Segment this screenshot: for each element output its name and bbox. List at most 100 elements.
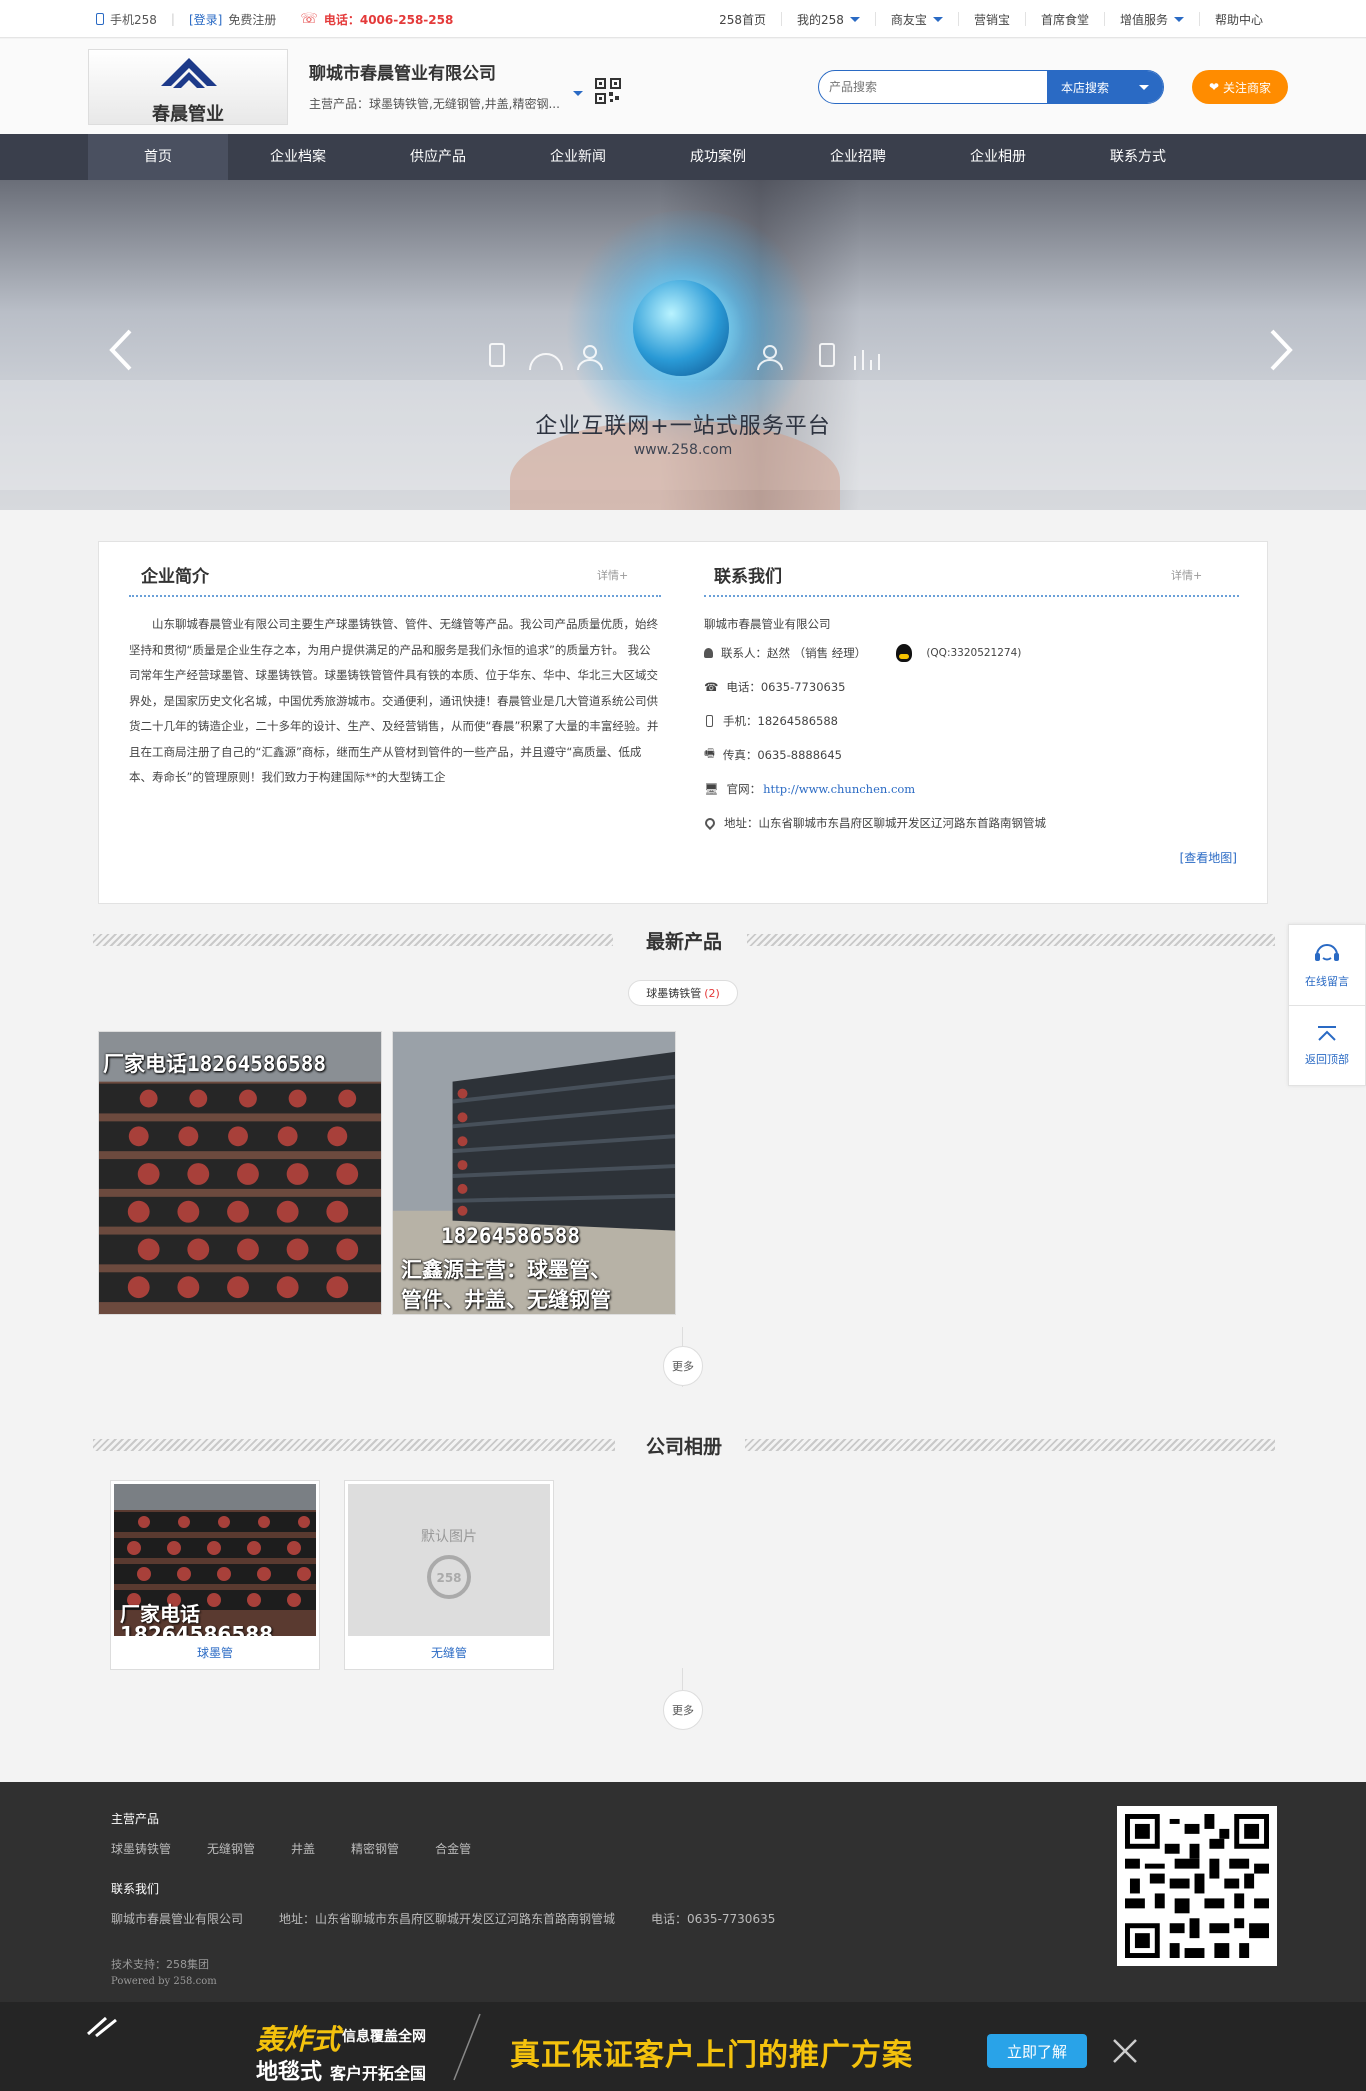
- footer-tel: 电话：0635-7730635: [651, 1912, 776, 1926]
- contact-fax: 🖷 传真：0635-8888645: [704, 738, 1244, 772]
- search-input[interactable]: [819, 71, 1049, 103]
- chevron-left-icon[interactable]: [106, 325, 136, 375]
- follow-button[interactable]: ❤ 关注商家: [1192, 70, 1288, 104]
- nav-item-products[interactable]: 供应产品: [368, 134, 508, 180]
- chevron-down-icon[interactable]: [1139, 85, 1149, 90]
- powered-by: Powered by 258.com: [111, 1976, 217, 1987]
- top-link-my258[interactable]: 我的258: [781, 12, 875, 27]
- top-bar-links: 258首页 我的258 商友宝 营销宝 首席食堂 增值服务 帮助中心: [704, 0, 1278, 38]
- album-section-header: 公司相册: [93, 1430, 1275, 1460]
- nav-item-album[interactable]: 企业相册: [928, 134, 1068, 180]
- album-card[interactable]: 默认图片 258 无缝管: [344, 1480, 554, 1670]
- intro-text: 山东聊城春晨管业有限公司主要生产球墨铸铁管、管件、无缝管等产品。我公司产品质量优…: [129, 617, 659, 784]
- category-filter[interactable]: 球墨铸铁管 (2): [628, 980, 738, 1006]
- album-caption[interactable]: 球墨管: [111, 1644, 319, 1661]
- main-products: 主营产品：球墨铸铁管,无缝钢管,井盖,精密钢...: [309, 97, 560, 111]
- online-message-button[interactable]: 在线留言: [1289, 925, 1365, 1005]
- chevron-down-icon[interactable]: [573, 91, 583, 96]
- qq-icon[interactable]: [896, 644, 913, 662]
- album-more-button[interactable]: 更多: [663, 1690, 703, 1730]
- nav-item-home[interactable]: 首页: [88, 134, 228, 180]
- phone-icon: ☏: [300, 11, 318, 27]
- product-overlay-phone: 18264586588: [441, 1224, 581, 1248]
- footer-product-link[interactable]: 无缝钢管: [207, 1840, 255, 1857]
- album-image: 厂家电话 18264586588: [114, 1484, 316, 1636]
- album-caption[interactable]: 无缝管: [345, 1644, 553, 1661]
- login-link[interactable]: [登录]: [189, 11, 222, 28]
- product-overlay-text: 管件、井盖、无缝钢管: [401, 1288, 611, 1312]
- logo-258-icon: 258: [427, 1555, 471, 1599]
- website-link[interactable]: http://www.chunchen.com: [763, 782, 915, 796]
- telephone-icon: ☎: [704, 680, 719, 694]
- company-logo[interactable]: 春晨管业: [88, 49, 288, 125]
- intro-title: 企业简介: [141, 567, 209, 587]
- back-to-top-button[interactable]: 返回顶部: [1289, 1005, 1365, 1085]
- hero-banner: 企业互联网+一站式服务平台 www.258.com: [0, 180, 1366, 510]
- ad-line2-sub: 客户开拓全国: [330, 2064, 427, 2083]
- nav-item-profile[interactable]: 企业档案: [228, 134, 368, 180]
- footer-product-link[interactable]: 井盖: [291, 1840, 315, 1857]
- product-card[interactable]: 18264586588 汇鑫源主营：球墨管、 管件、井盖、无缝钢管: [392, 1031, 676, 1315]
- top-link-canteen[interactable]: 首席食堂: [1024, 12, 1104, 27]
- footer-company: 聊城市春晨管业有限公司: [111, 1912, 244, 1926]
- main-nav: 首页 企业档案 供应产品 企业新闻 成功案例 企业招聘 企业相册 联系方式: [0, 134, 1366, 180]
- footer-product-link[interactable]: 球墨铸铁管: [111, 1840, 171, 1857]
- product-card[interactable]: 厂家电话18264586588: [98, 1031, 382, 1315]
- hotline: 电话：4006-258-258: [323, 12, 454, 27]
- footer-qr-code: [1117, 1806, 1277, 1966]
- register-link[interactable]: 免费注册: [228, 11, 276, 28]
- ad-slogan: 真正保证客户上门的推广方案: [510, 2038, 913, 2073]
- fax-icon: 🖷: [704, 745, 715, 760]
- footer-product-link[interactable]: 精密钢管: [351, 1840, 399, 1857]
- monitor-icon: 🖥: [704, 782, 719, 796]
- shop-header: 春晨管业 聊城市春晨管业有限公司 主营产品：球墨铸铁管,无缝钢管,井盖,精密钢.…: [0, 39, 1366, 134]
- products-section-header: 最新产品: [93, 925, 1275, 955]
- close-icon[interactable]: [1110, 2036, 1140, 2066]
- contact-more-link[interactable]: 详情+: [1171, 567, 1202, 583]
- mobile-icon: [96, 13, 104, 25]
- contact-address: 地址：山东省聊城市东昌府区聊城开发区辽河路东首路南钢管城: [702, 806, 1244, 840]
- product-overlay-text: 厂家电话18264586588: [103, 1052, 327, 1076]
- top-bar-left: 手机258 | [登录] 免费注册 ☏ 电话：4006-258-258: [96, 0, 453, 38]
- product-overlay-text: 汇鑫源主营：球墨管、: [401, 1258, 611, 1282]
- chevron-down-icon: [932, 16, 943, 22]
- top-link-help[interactable]: 帮助中心: [1198, 12, 1278, 27]
- view-map-link[interactable]: [查看地图]: [1180, 849, 1237, 866]
- ad-line1-sub: 信息覆盖全网: [342, 2029, 426, 2045]
- album-card[interactable]: 厂家电话 18264586588 球墨管: [110, 1480, 320, 1670]
- products-more-button[interactable]: 更多: [663, 1346, 703, 1386]
- footer-contact-info: 聊城市春晨管业有限公司 地址：山东省聊城市东昌府区聊城开发区辽河路东首路南钢管城…: [111, 1910, 775, 1927]
- nav-item-contact[interactable]: 联系方式: [1068, 134, 1208, 180]
- user-icon: [704, 648, 713, 658]
- chevron-right-icon[interactable]: [1266, 325, 1296, 375]
- svg-text:258: 258: [436, 1571, 461, 1585]
- top-link-yingxiaobao[interactable]: 营销宝: [957, 12, 1025, 27]
- footer-products-title: 主营产品: [111, 1812, 160, 1826]
- top-link-home[interactable]: 258首页: [704, 12, 781, 27]
- nav-item-news[interactable]: 企业新闻: [508, 134, 648, 180]
- search-button[interactable]: 本店搜索: [1047, 71, 1163, 103]
- contact-list: 聊城市春晨管业有限公司 联系人：赵然 （销售 经理） (QQ:332052127…: [702, 612, 1244, 840]
- top-link-vas[interactable]: 增值服务: [1103, 12, 1199, 27]
- ad-line2: 地毯式: [256, 2060, 323, 2085]
- footer-address: 地址：山东省聊城市东昌府区聊城开发区辽河路东首路南钢管城: [279, 1912, 616, 1926]
- divider: |: [170, 12, 175, 26]
- divider: [453, 2013, 481, 2081]
- top-bar: 手机258 | [登录] 免费注册 ☏ 电话：4006-258-258 258首…: [0, 0, 1366, 38]
- intro-more-link[interactable]: 详情+: [597, 567, 628, 583]
- mobile-link[interactable]: 手机258: [110, 11, 157, 28]
- top-link-shangyoubao[interactable]: 商友宝: [874, 12, 958, 27]
- nav-item-jobs[interactable]: 企业招聘: [788, 134, 928, 180]
- footer-product-link[interactable]: 合金管: [435, 1840, 471, 1857]
- nav-item-cases[interactable]: 成功案例: [648, 134, 788, 180]
- mobile-icon: [706, 715, 713, 727]
- album-image-default: 默认图片 258: [348, 1484, 550, 1636]
- qr-code-icon[interactable]: [595, 78, 621, 104]
- chevron-down-icon: [849, 16, 860, 22]
- footer: 主营产品 球墨铸铁管 无缝钢管 井盖 精密钢管 合金管 联系我们 聊城市春晨管业…: [0, 1782, 1366, 2002]
- contact-site: 🖥 官网： http://www.chunchen.com: [704, 782, 916, 796]
- company-name: 聊城市春晨管业有限公司: [309, 64, 496, 84]
- shop-search: 本店搜索: [818, 70, 1164, 104]
- headset-icon: [1315, 944, 1339, 961]
- ad-learn-more-button[interactable]: 立即了解: [987, 2034, 1087, 2068]
